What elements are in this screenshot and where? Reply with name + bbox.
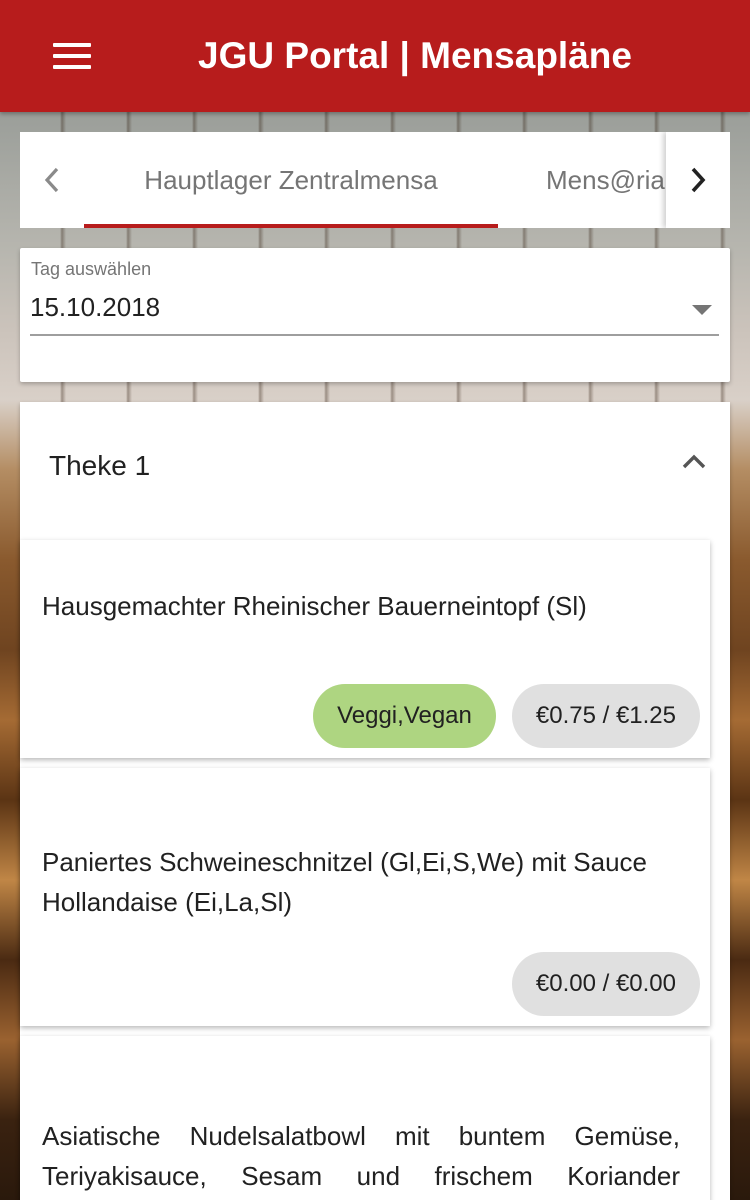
tab-indicator bbox=[84, 224, 498, 228]
tab-hauptlager-zentralmensa[interactable]: Hauptlager Zentralmensa bbox=[84, 132, 498, 228]
meal-card[interactable]: Asiatische Nudelsalatbowl mit buntem Gem… bbox=[20, 1036, 710, 1200]
day-select-field[interactable]: 15.10.2018 bbox=[30, 292, 160, 323]
meal-card[interactable]: Hausgemachter Rheinischer Bauerneintopf … bbox=[20, 540, 710, 758]
tab-label: Mens@ria bbox=[546, 164, 665, 195]
day-select-label: Tag auswählen bbox=[31, 259, 152, 279]
theke-panel: Theke 1 Hausgemachter Rheinischer Bauern… bbox=[20, 402, 730, 1200]
theke-title: Theke 1 bbox=[49, 450, 151, 481]
app-bar: JGU Portal | Mensapläne bbox=[0, 0, 750, 112]
dropdown-arrow-icon[interactable] bbox=[692, 305, 712, 315]
price-badge: €0.00 / €0.00 bbox=[511, 952, 700, 1016]
day-select-underline bbox=[30, 334, 719, 336]
chevron-left-icon[interactable] bbox=[20, 132, 84, 228]
meal-name: Asiatische Nudelsalatbowl mit buntem Gem… bbox=[42, 1121, 680, 1191]
veg-badge: Veggi,Vegan bbox=[313, 684, 496, 748]
meal-chips: Veggi,Vegan €0.75 / €1.25 bbox=[313, 684, 700, 748]
app-title: JGU Portal | Mensapläne bbox=[198, 35, 632, 76]
meal-name: Hausgemachter Rheinischer Bauerneintopf … bbox=[42, 591, 587, 621]
chevron-up-icon[interactable] bbox=[682, 452, 706, 472]
meal-name: Paniertes Schweineschnitzel (Gl,Ei,S,We)… bbox=[42, 847, 647, 917]
meal-chips: €0.00 / €0.00 bbox=[511, 952, 700, 1016]
tab-label: Hauptlager Zentralmensa bbox=[144, 164, 438, 195]
meal-card[interactable]: Paniertes Schweineschnitzel (Gl,Ei,S,We)… bbox=[20, 768, 710, 1026]
day-select-card: Tag auswählen 15.10.2018 bbox=[20, 248, 730, 382]
chevron-right-icon[interactable] bbox=[666, 132, 730, 228]
mensa-tabs: Hauptlager Zentralmensa Mens@ria bbox=[20, 132, 730, 228]
price-badge: €0.75 / €1.25 bbox=[511, 684, 700, 748]
theke-header[interactable]: Theke 1 bbox=[20, 402, 730, 530]
